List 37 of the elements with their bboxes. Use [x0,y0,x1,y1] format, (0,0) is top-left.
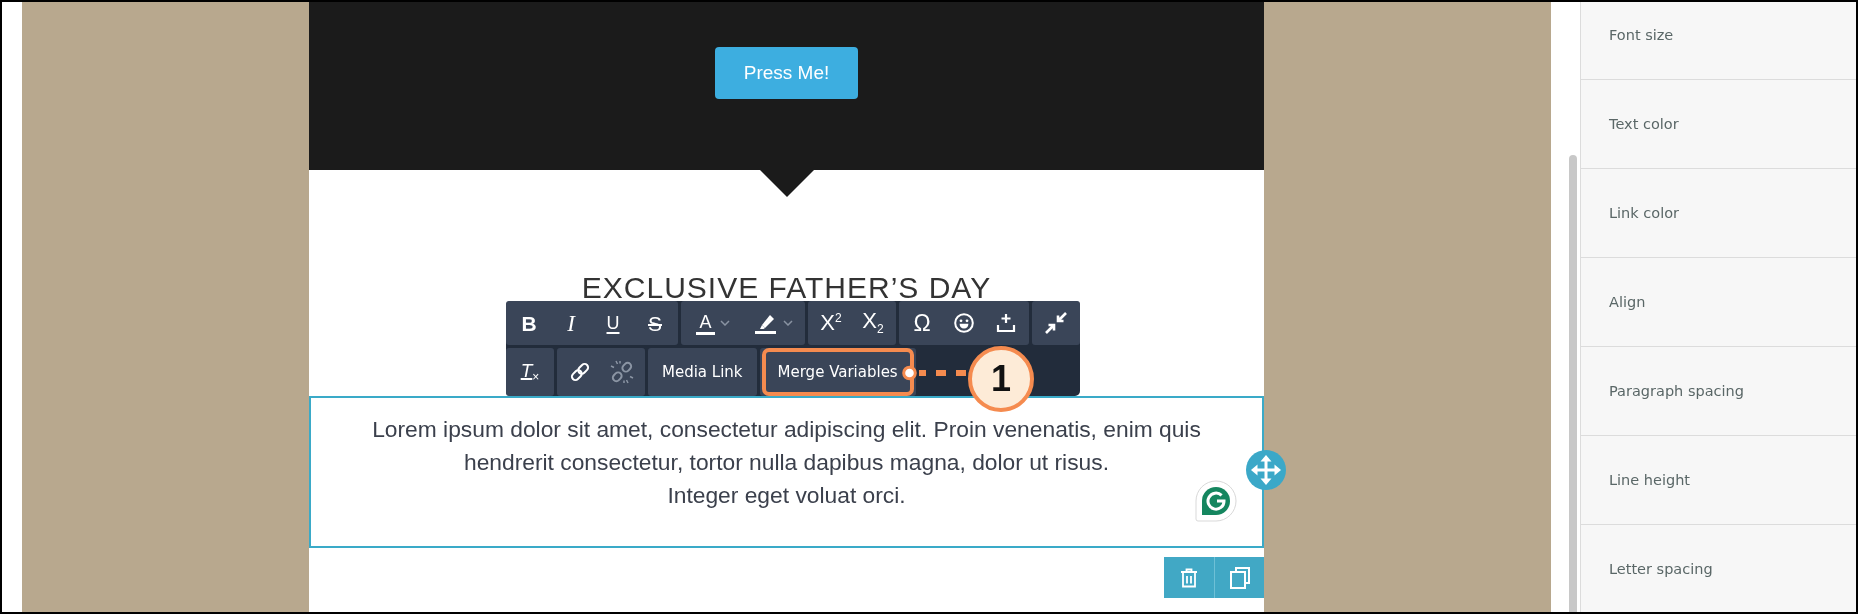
link-icon [569,361,591,383]
sidebar-item[interactable]: Link color [1581,169,1856,258]
copy-icon [1229,566,1250,589]
delete-button[interactable] [1164,557,1214,598]
body-text: Lorem ipsum dolor sit amet, consectetur adipiscing elit. Proin venenatis, enim quis hendrerit consectetur, tortor nulla dapibus magna, dolor ut risus. [371,415,1202,477]
body-text: Integer eget voluat orci. [667,481,906,510]
text-block[interactable]: Lorem ipsum dolor sit amet, consectetur adipiscing elit. Proin venenatis, enim quis hendrerit consectetur, tortor nulla dapibus magna, dolor ut risus. Integer eget voluat orci. [309,396,1264,548]
sidebar-item[interactable]: Text color [1581,80,1856,169]
caret-icon [782,320,793,326]
font-color-button[interactable]: A [683,301,743,345]
sidebar-item[interactable]: Letter spacing [1581,525,1856,612]
sidebar-item[interactable]: Line height [1581,436,1856,525]
heading-text: EXCLUSIVE FATHER’S DAY [581,276,992,300]
sidebar-item[interactable]: Paragraph spacing [1581,347,1856,436]
special-character-button[interactable]: Ω [901,301,943,345]
italic-button[interactable]: I [550,301,592,345]
sidebar-item[interactable]: Align [1581,258,1856,347]
clear-formatting-button[interactable]: T$_{×}$ [508,348,552,396]
callout-leader [902,365,966,381]
collapse-icon [1045,312,1067,334]
trash-icon [1180,567,1198,588]
bold-button[interactable]: B [508,301,550,345]
caret-icon [719,320,730,326]
broken-link-icon [610,360,634,384]
duplicate-button[interactable] [1214,557,1264,598]
g-badge-icon [1195,480,1237,522]
underline-button[interactable]: U [592,301,634,345]
sidebar-item[interactable]: Font size [1581,2,1856,80]
superscript-button[interactable]: X$^{2}$ [810,301,852,345]
toolbar-button[interactable]: Merge Variables [761,348,914,396]
insert-icon [996,313,1016,333]
strikethrough-button[interactable]: S [634,301,676,345]
marker-icon [753,312,778,334]
scrollbar-thumb[interactable] [1569,155,1577,612]
toolbar-button[interactable]: Media Link [650,348,755,396]
smiley-icon [954,313,974,333]
subscript-button[interactable]: X$_{2}$ [852,301,894,345]
